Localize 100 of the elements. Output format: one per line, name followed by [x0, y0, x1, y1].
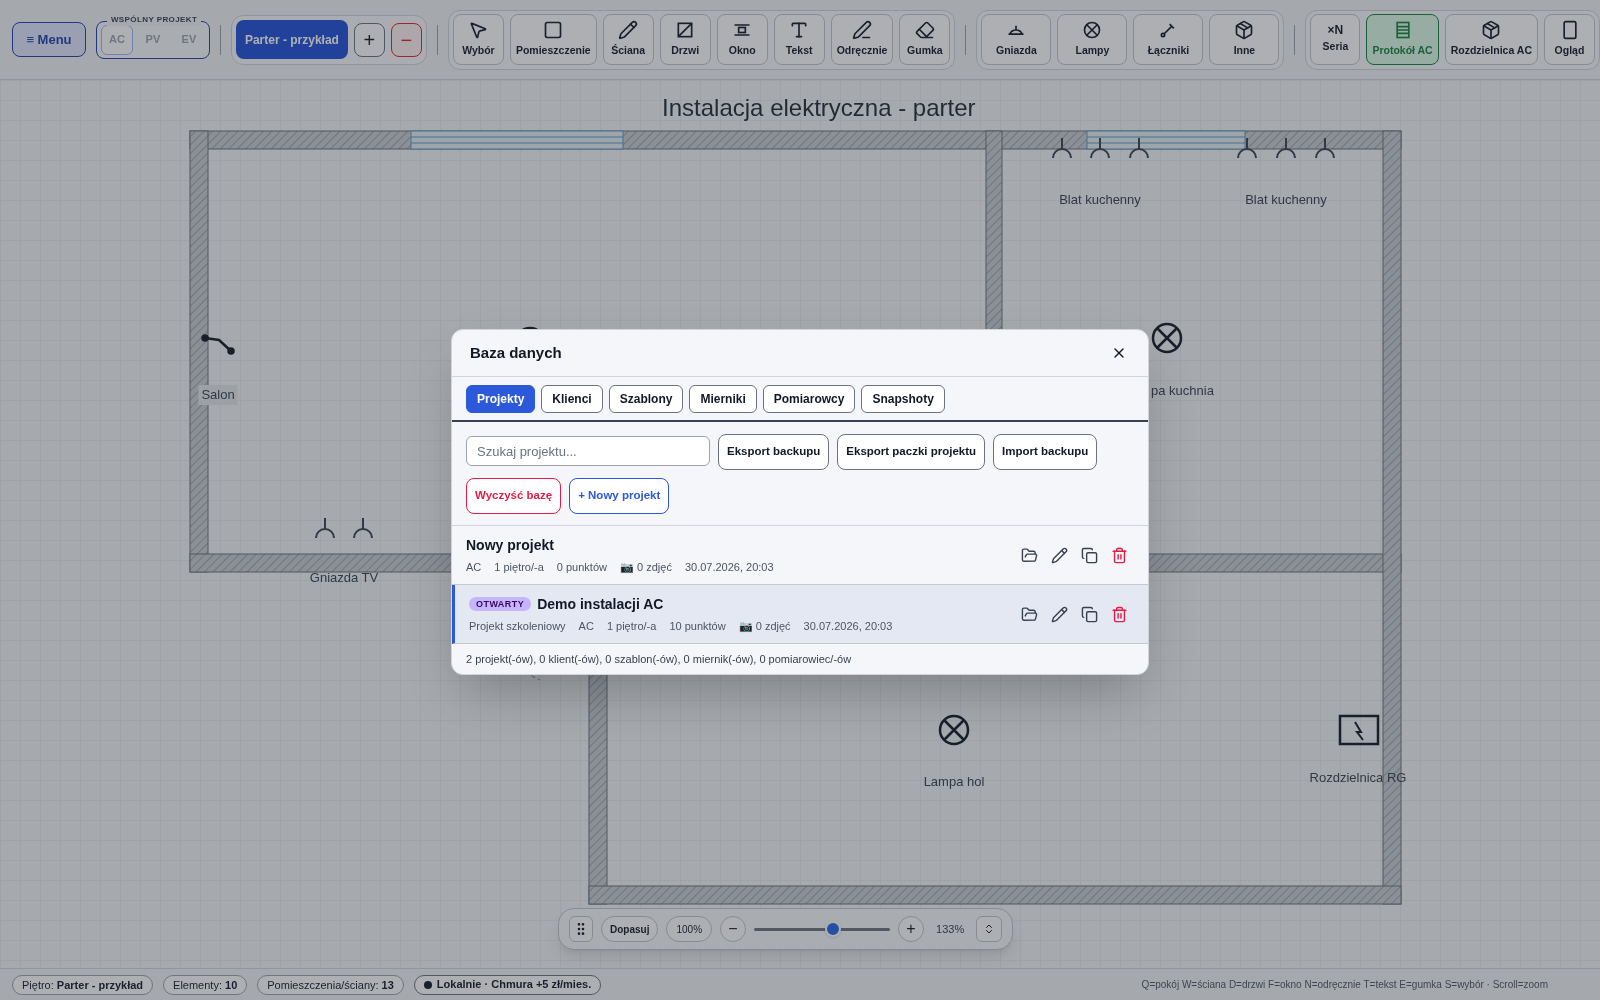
socket-icon	[1052, 137, 1072, 159]
socket-icon	[1090, 137, 1110, 159]
tool-button[interactable]: Lampy	[1057, 14, 1128, 65]
plan-title: Instalacja elektryczna - parter	[662, 93, 976, 123]
socket-icon	[315, 517, 335, 539]
slider-thumb[interactable]	[824, 921, 841, 937]
group-label: WSPÓLNY PROJEKT	[106, 13, 202, 26]
text-icon	[789, 20, 810, 41]
plan-label: Rozdzielnica RG	[1309, 769, 1407, 787]
socket-icon	[1315, 137, 1335, 159]
lamp-icon	[1082, 20, 1103, 41]
project-meta: AC	[578, 618, 594, 634]
socket-icon	[1237, 137, 1257, 159]
tab[interactable]: Klienci	[541, 385, 603, 413]
floor-button[interactable]: Parter - przykład	[235, 20, 348, 59]
action-button[interactable]: Eksport paczki projektu	[837, 434, 986, 470]
zoom-slider[interactable]	[754, 921, 891, 937]
tool-button[interactable]: ×N Seria	[1310, 14, 1361, 65]
drag-handle[interactable]	[569, 916, 593, 942]
reset-zoom-button[interactable]: 100%	[666, 916, 713, 942]
tool-button[interactable]: Łączniki	[1133, 14, 1204, 65]
delete-icon[interactable]	[1111, 546, 1128, 564]
project-meta: 30.07.2026, 20:03	[803, 618, 893, 634]
project-meta: 1 piętro/-a	[606, 618, 657, 634]
project-meta: AC	[466, 559, 482, 575]
socket-icon	[1276, 137, 1296, 159]
package-icon	[1234, 20, 1255, 41]
tool-button[interactable]: Gniazda	[981, 14, 1052, 65]
action-button[interactable]: Eksport backupu	[718, 434, 830, 470]
tool-button[interactable]: Tekst	[773, 14, 825, 65]
tool-button[interactable]: Odręcznie	[830, 14, 894, 65]
shortcut-hint: Q=pokój W=ściana D=drzwi F=okno N=odręcznie T=tekst E=gumka S=wybór · Scroll=zoom	[1141, 978, 1549, 992]
project-meta: Projekt szkoleniowy	[469, 618, 566, 634]
open-folder-icon[interactable]	[1021, 546, 1038, 564]
package-icon	[1481, 20, 1502, 41]
project-row[interactable]: Nowy projekt AC 1 piętro/-a 0 punktów 📷 0 zdjęć 30.07.2026, 20:03	[452, 526, 1148, 585]
tab[interactable]: Snapshoty	[861, 385, 945, 413]
project-meta: 1 piętro/-a	[494, 559, 544, 575]
info-chip: Piętro: Parter - przykład	[12, 974, 154, 995]
lamp-icon	[1151, 322, 1183, 354]
pointer-icon	[468, 20, 489, 41]
menu-button[interactable]: ≡ Menu	[12, 22, 86, 57]
project-meta: 📷 0 zdjęć	[738, 618, 791, 634]
copy-icon[interactable]	[1081, 546, 1098, 564]
zoom-out-button[interactable]: −	[720, 916, 747, 942]
copy-icon[interactable]	[1081, 605, 1098, 623]
lamp-icon	[938, 714, 970, 746]
tool-button[interactable]: Gumka	[899, 14, 951, 65]
tool-button[interactable]: Wybór	[452, 14, 504, 65]
tool-button[interactable]: Drzwi	[659, 14, 711, 65]
plan-label: Blat kuchenny	[1059, 191, 1141, 209]
delete-icon[interactable]	[1111, 605, 1128, 623]
pencil-icon	[618, 20, 639, 41]
plan-label: Gniazda TV	[309, 569, 379, 587]
fit-button[interactable]: Dopasuj	[601, 916, 659, 942]
tool-button[interactable]: Okno	[716, 14, 768, 65]
zoom-level: 133%	[935, 921, 966, 937]
new-project-button[interactable]: + Nowy projekt	[569, 478, 670, 514]
tab[interactable]: Szablony	[608, 385, 684, 413]
tool-button[interactable]: Pomieszczenie	[509, 14, 597, 65]
plan-label: Lampa hol	[923, 773, 985, 791]
info-chip: Pomieszczenia/ściany: 13	[257, 974, 404, 995]
project-meta: 📷 0 zdjęć	[619, 559, 672, 575]
clear-database-button[interactable]: Wyczyść bazę	[466, 478, 562, 514]
tool-button[interactable]: Inne	[1209, 14, 1280, 65]
light-switch-icon	[201, 334, 235, 355]
summary-text: 2 projekt(-ów), 0 klient(-ów), 0 szablon(-ów), 0 miernik(-ów), 0 pomiarowiec/-ów	[466, 651, 852, 667]
plan-label: pa kuchnia	[1151, 382, 1214, 400]
plan-label: Salon	[198, 385, 238, 405]
project-meta: 10 punktów	[669, 618, 726, 634]
socket-icon	[353, 517, 373, 539]
project-meta: 0 punktów	[556, 559, 607, 575]
square-icon	[543, 20, 564, 41]
plan-label: Blat kuchenny	[1245, 191, 1327, 209]
project-row[interactable]: OTWARTY Demo instalacji AC Projekt szkoleniowy AC 1 piętro/-a 10 punktów 📷 0 zdjęć 30.07.2026, 20:03	[452, 585, 1148, 644]
add-floor-button[interactable]: +	[353, 22, 385, 57]
action-button[interactable]: Import backupu	[993, 434, 1098, 470]
eraser-icon	[914, 20, 935, 41]
tab[interactable]: Pomiarowcy	[762, 385, 856, 413]
edit-icon[interactable]	[1051, 546, 1068, 564]
project-name: Demo instalacji AC	[537, 594, 664, 614]
distribution-board-icon	[1338, 714, 1380, 746]
edit-icon[interactable]	[1051, 605, 1068, 623]
project-name: Nowy projekt	[466, 535, 554, 555]
status-text: Lokalnie · Chmura +5 zł/mies.	[436, 977, 592, 993]
info-chip: Elementy: 10	[163, 974, 248, 995]
tool-button[interactable]: Ogląd	[1544, 14, 1595, 65]
open-badge: OTWARTY	[469, 597, 532, 612]
open-folder-icon[interactable]	[1021, 605, 1038, 623]
pen-icon	[852, 20, 873, 41]
socket-icon	[1129, 137, 1149, 159]
dialog-title: Baza danych	[470, 342, 562, 363]
tool-button[interactable]: Ściana	[602, 14, 654, 65]
tool-button[interactable]: Rozdzielnica AC	[1444, 14, 1538, 65]
tab[interactable]: Mierniki	[689, 385, 757, 413]
multiplier-icon: ×N	[1327, 24, 1344, 37]
project-meta: 30.07.2026, 20:03	[684, 559, 774, 575]
search-field[interactable]: Szukaj projektu...	[466, 436, 710, 466]
zoom-in-button[interactable]: +	[898, 916, 925, 942]
tab[interactable]: Projekty	[466, 385, 536, 413]
